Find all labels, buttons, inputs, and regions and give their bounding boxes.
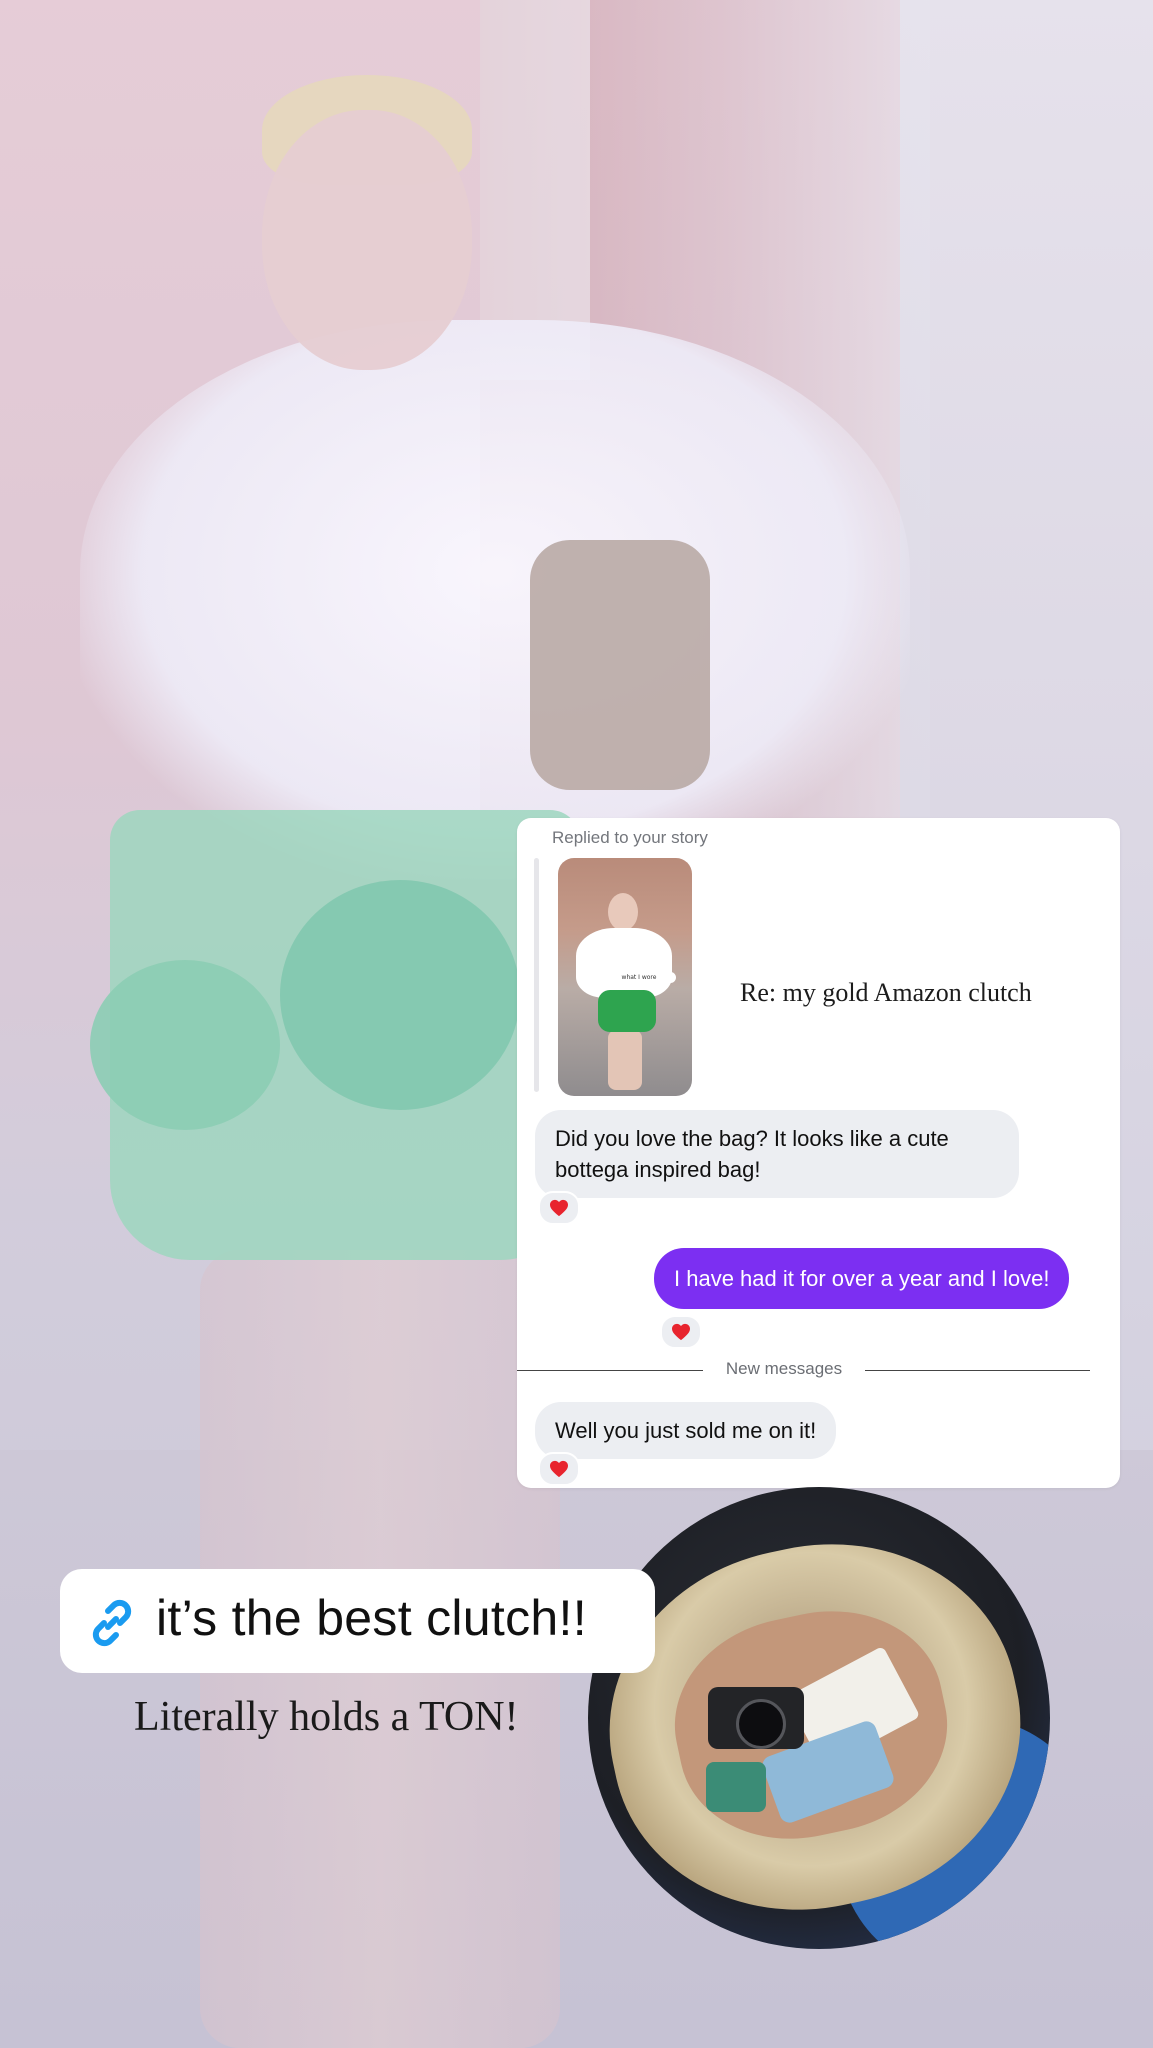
thumbnail-person-legs	[608, 1030, 642, 1090]
story-caption: Re: my gold Amazon clutch	[740, 978, 1032, 1007]
background-skirt-flower	[90, 960, 280, 1130]
photo-camera-lens	[736, 1699, 786, 1749]
photo-green-item	[706, 1762, 766, 1812]
background-clutch	[530, 540, 710, 790]
heart-reaction-icon[interactable]	[538, 1452, 580, 1486]
divider-line	[865, 1370, 1090, 1371]
message-bubble-outgoing[interactable]: I have had it for over a year and I love…	[654, 1248, 1070, 1309]
link-sticker-text: it’s the best clutch!!	[156, 1590, 587, 1646]
story-thumbnail[interactable]: what I wore	[558, 858, 692, 1096]
message-bubble-incoming[interactable]: Did you love the bag? It looks like a cu…	[535, 1110, 1019, 1198]
message-bubble-incoming[interactable]: Well you just sold me on it!	[535, 1402, 837, 1459]
thumbnail-person-head	[608, 893, 638, 931]
thumbnail-sticker: what I wore	[602, 972, 676, 983]
replied-to-story-label: Replied to your story	[552, 828, 708, 847]
link-icon	[92, 1599, 132, 1647]
background-face	[262, 110, 472, 370]
background-shirt	[80, 320, 910, 880]
thumbnail-person-skirt	[598, 990, 656, 1032]
dm-screenshot-card: Replied to your story what I wore Re: my…	[517, 818, 1120, 1488]
link-sticker[interactable]: it’s the best clutch!!	[60, 1569, 655, 1673]
new-messages-label: New messages	[725, 1359, 843, 1378]
new-messages-divider: New messages	[517, 1355, 1090, 1385]
background-skirt-flower	[280, 880, 520, 1110]
heart-reaction-icon[interactable]	[660, 1315, 702, 1349]
clutch-contents-photo	[588, 1487, 1050, 1949]
divider-line	[517, 1370, 703, 1371]
story-text-caption: Literally holds a TON!	[134, 1694, 519, 1740]
thumbnail-person-shirt	[576, 928, 672, 998]
heart-reaction-icon[interactable]	[538, 1191, 580, 1225]
story-reply-bar	[534, 858, 539, 1092]
